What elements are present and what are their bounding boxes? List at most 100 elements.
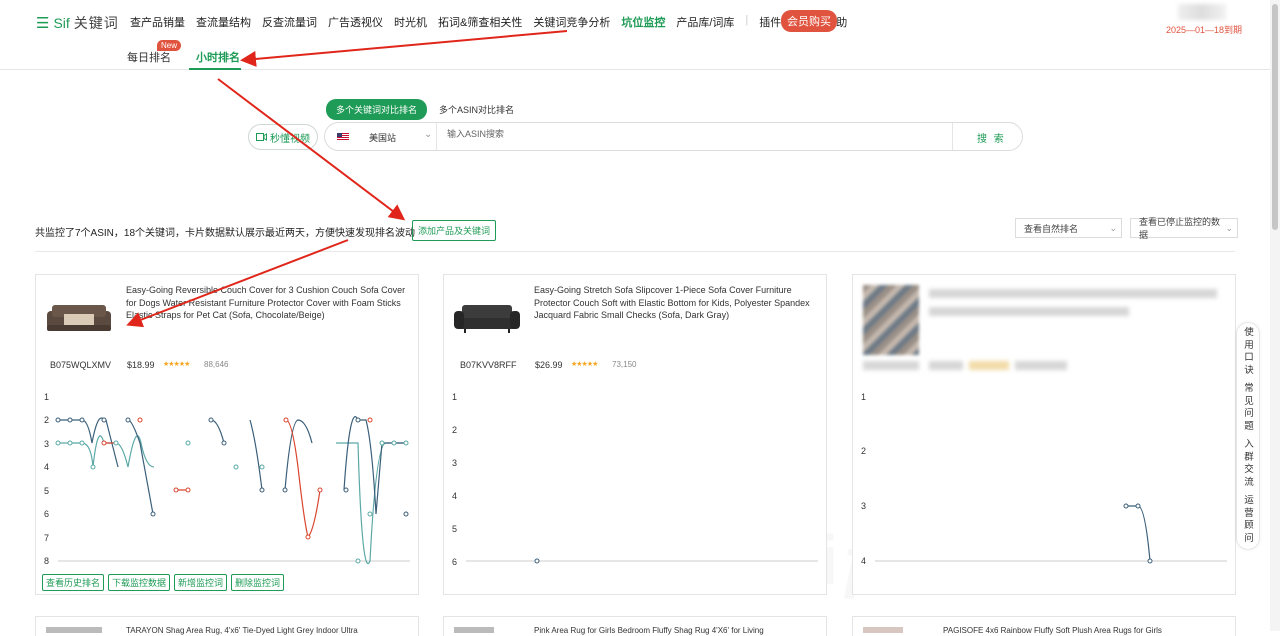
product-image[interactable] — [46, 627, 102, 633]
video-tutorial-label: 秒懂视频 — [270, 133, 310, 145]
nav-item[interactable]: 拓词&筛查相关性 — [438, 14, 522, 30]
chevron-down-icon: ⌄ — [1225, 222, 1233, 233]
product-card: Easy-Going Reversible Couch Cover for 3 … — [35, 274, 419, 595]
nav-item[interactable]: 时光机 — [394, 14, 427, 30]
rating-stars: ★★★★★ — [163, 361, 190, 368]
product-card: 1 2 3 4 — [852, 274, 1236, 595]
user-account[interactable] — [1178, 4, 1226, 20]
card-actions: 查看历史排名 下载监控数据 新增监控词 删除监控词 — [42, 574, 285, 591]
brand-name: Sif — [53, 15, 70, 31]
nav-item[interactable]: 反查流量词 — [262, 14, 317, 30]
side-item-tips[interactable]: 使用口诀 — [1243, 327, 1255, 377]
y-tick-label: 2 — [452, 425, 457, 435]
mode-keyword-compare[interactable]: 多个关键词对比排名 — [326, 99, 428, 120]
history-rank-button[interactable]: 查看历史排名 — [42, 574, 105, 591]
y-tick-label: 3 — [452, 458, 457, 468]
nav-item[interactable]: 关键词竞争分析 — [533, 14, 610, 30]
tab-hourly-rank[interactable]: 小时排名 — [196, 49, 240, 65]
y-axis: 1 2 3 4 — [861, 392, 866, 566]
download-data-button[interactable]: 下载监控数据 — [108, 574, 171, 591]
y-tick-label: 1 — [861, 392, 866, 402]
product-title[interactable] — [929, 289, 1217, 298]
active-tab-underline — [189, 68, 241, 70]
video-icon — [256, 133, 267, 141]
side-item-join-group[interactable]: 入群交流 — [1243, 439, 1255, 489]
divider — [436, 123, 437, 150]
product-image[interactable] — [863, 285, 919, 355]
page-scrollbar[interactable] — [1270, 0, 1280, 631]
top-navbar: ☰ Sif 关键词 查产品销量 查流量结构 反查流量词 广告透视仪 时光机 拓词… — [0, 0, 1270, 42]
price: $18.99 — [127, 360, 155, 370]
video-tutorial-button[interactable]: 秒懂视频 — [248, 124, 318, 150]
stopped-monitor-select[interactable]: 查看已停止监控的数据 ⌄ — [1130, 217, 1238, 240]
data-points — [55, 417, 409, 564]
side-item-consultant[interactable]: 运营顾问 — [1243, 495, 1255, 545]
tab-daily-rank[interactable]: 每日排名 — [127, 49, 171, 65]
new-badge: New — [157, 40, 182, 51]
nav-item-active[interactable]: 坑位监控 — [621, 14, 665, 30]
product-title[interactable]: Easy-Going Reversible Couch Cover for 3 … — [126, 284, 414, 322]
asin-search-bar: 美国站 ⌄ 搜 索 — [324, 122, 1023, 151]
data-point — [534, 558, 540, 564]
product-card: TARAYON Shag Area Rug, 4'x6' Tie-Dyed Li… — [35, 616, 419, 636]
rank-chart[interactable]: 1 2 3 4 5 6 7 8 — [36, 381, 420, 571]
product-title[interactable]: Easy-Going Stretch Sofa Slipcover 1-Piec… — [534, 284, 822, 322]
y-tick-label: 1 — [452, 392, 457, 402]
marketplace-select[interactable]: 美国站 — [369, 131, 396, 144]
logo[interactable]: ☰ Sif 关键词 — [36, 13, 119, 33]
rank-chart[interactable]: 1 2 3 4 5 6 — [444, 381, 828, 571]
sub-tabs: 每日排名 小时排名 — [0, 42, 1270, 70]
add-keyword-button[interactable]: 新增监控词 — [174, 574, 228, 591]
natural-rank-select[interactable]: 查看自然排名 ⌄ — [1015, 218, 1122, 238]
add-product-keyword-button[interactable]: 添加产品及关键词 — [412, 220, 497, 241]
y-tick-label: 6 — [452, 557, 457, 567]
series-line — [210, 416, 406, 515]
y-tick-label: 4 — [452, 491, 457, 501]
nav-item[interactable]: 广告透视仪 — [328, 14, 383, 30]
product-title[interactable] — [929, 307, 1129, 316]
nav-divider: | — [745, 14, 749, 26]
y-tick-label: 6 — [44, 509, 49, 519]
y-tick-label: 5 — [452, 524, 457, 534]
expire-date: 2025—01—18到期 — [1166, 25, 1243, 35]
vip-purchase-button[interactable]: 会员购买 — [781, 10, 837, 32]
side-item-faq[interactable]: 常见问题 — [1243, 383, 1255, 433]
y-tick-label: 4 — [861, 556, 866, 566]
divider — [35, 251, 1235, 252]
search-button[interactable]: 搜 索 — [977, 130, 1006, 145]
divider — [952, 123, 953, 150]
data-point — [1135, 503, 1141, 509]
delete-keyword-button[interactable]: 删除监控词 — [231, 574, 285, 591]
asin-label: B07KVV8RFF — [460, 360, 517, 370]
product-image[interactable] — [44, 299, 114, 339]
chevron-down-icon[interactable]: ⌄ — [424, 129, 432, 140]
asin-search-input[interactable] — [447, 129, 927, 139]
stopped-monitor-select-label: 查看已停止监控的数据 — [1139, 217, 1221, 240]
y-tick-label: 7 — [44, 533, 49, 543]
asin-label — [863, 361, 919, 370]
y-tick-label: 2 — [44, 415, 49, 425]
nav-item[interactable]: 产品库/词库 — [676, 14, 734, 30]
chevron-down-icon: ⌄ — [1109, 222, 1117, 233]
rating-stars: ★★★★★ — [571, 361, 598, 368]
asin-label: B075WQLXMV — [50, 360, 112, 370]
nav-item[interactable]: 查流量结构 — [196, 14, 251, 30]
product-image[interactable] — [452, 299, 522, 339]
nav-item[interactable]: 查产品销量 — [130, 14, 185, 30]
product-image[interactable] — [863, 627, 903, 633]
product-image[interactable] — [454, 627, 494, 633]
nav-item[interactable]: 插件 — [759, 14, 781, 30]
data-point — [1123, 503, 1129, 509]
y-tick-label: 5 — [44, 486, 49, 496]
mode-asin-compare[interactable]: 多个ASIN对比排名 — [439, 103, 514, 116]
y-tick-label: 3 — [861, 501, 866, 511]
review-count: 73,150 — [612, 360, 637, 369]
review-count: 88,646 — [204, 360, 229, 369]
y-tick-label: 3 — [44, 439, 49, 449]
data-point — [1147, 558, 1153, 564]
brand-subtitle: 关键词 — [73, 15, 119, 31]
scrollbar-thumb[interactable] — [1272, 4, 1278, 230]
rank-chart[interactable]: 1 2 3 4 — [853, 381, 1237, 571]
review-count — [1015, 361, 1067, 370]
menu-icon: ☰ — [36, 15, 50, 32]
